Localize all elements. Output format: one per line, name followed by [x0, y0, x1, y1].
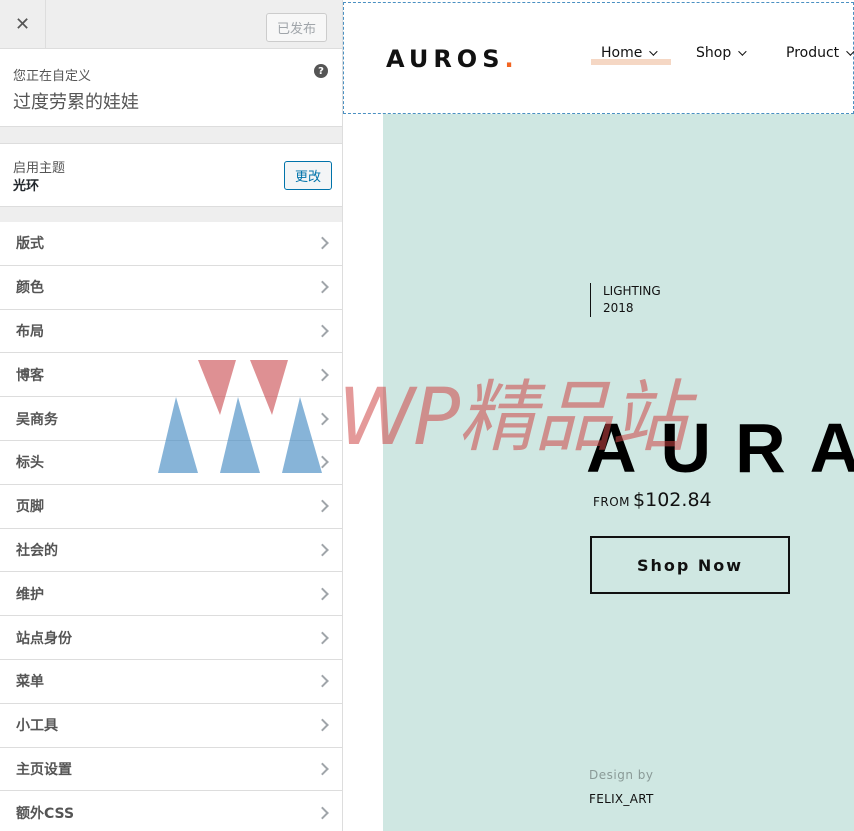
site-title: 过度劳累的娃娃 [13, 92, 139, 113]
chevron-down-icon [649, 47, 659, 56]
panel-footer[interactable]: 页脚 [0, 484, 342, 529]
panel-label: 站点身份 [16, 630, 72, 647]
chevron-right-icon [316, 324, 329, 338]
chevron-down-icon [738, 47, 747, 56]
chevron-right-icon [316, 456, 329, 469]
customizer-info: 您正在自定义 过度劳累的娃娃 ? [0, 49, 342, 127]
logo-dot: . [504, 45, 519, 73]
panel-homepage-settings[interactable]: 主页设置 [0, 747, 342, 792]
panel-label: 标头 [16, 455, 44, 472]
panel-header[interactable]: 标头 [0, 440, 342, 485]
chevron-right-icon [316, 718, 329, 732]
hero-price: FROM $102.84 [593, 489, 712, 511]
chevron-right-icon [316, 237, 329, 250]
panel-label: 额外CSS [16, 805, 75, 822]
customizer-panel-list: 版式 颜色 布局 博客 吴商务 标头 页脚 社会的 维护 站点身份 菜单 小工具… [0, 222, 342, 831]
change-theme-button[interactable]: 更改 [284, 161, 332, 190]
panel-label: 版式 [16, 236, 44, 253]
active-theme-name: 光环 [13, 179, 40, 194]
panel-maintenance[interactable]: 维护 [0, 572, 342, 617]
chevron-right-icon [316, 674, 329, 688]
panel-label: 吴商务 [16, 411, 58, 428]
chevron-right-icon [316, 499, 329, 513]
panel-widgets[interactable]: 小工具 [0, 703, 342, 748]
nav-item-product[interactable]: Product [786, 45, 854, 61]
panel-label: 维护 [16, 586, 44, 603]
hero-tag-line1: LIGHTING [603, 284, 661, 298]
hero-heading: AURA [586, 409, 854, 487]
panel-label: 菜单 [16, 674, 44, 691]
design-by-label: Design by [589, 768, 654, 782]
site-logo[interactable]: AUROS. [386, 45, 519, 73]
nav-label: Shop [696, 45, 732, 61]
info-label: 您正在自定义 [13, 69, 92, 84]
panel-label: 布局 [16, 323, 44, 340]
panel-additional-css[interactable]: 额外CSS [0, 791, 342, 831]
section-divider [0, 127, 342, 143]
site-preview: AUROS. Home Shop Product LIGHTING 2018 A… [343, 0, 854, 831]
panel-social[interactable]: 社会的 [0, 528, 342, 573]
customizer-topbar: ✕ 已发布 [0, 0, 342, 49]
panel-label: 主页设置 [16, 761, 72, 778]
panel-label: 小工具 [16, 718, 58, 735]
panel-layout[interactable]: 布局 [0, 309, 342, 354]
panel-blog[interactable]: 博客 [0, 353, 342, 398]
chevron-right-icon [316, 368, 329, 382]
help-icon[interactable]: ? [314, 64, 328, 78]
panel-label: 颜色 [16, 280, 44, 297]
logo-text: AUROS [386, 45, 505, 73]
chevron-right-icon [316, 631, 329, 644]
chevron-right-icon [316, 587, 329, 601]
customizer-sidebar: ✕ 已发布 您正在自定义 过度劳累的娃娃 ? 启用主题 光环 更改 版式 颜色 … [0, 0, 343, 831]
active-theme-label: 启用主题 [13, 161, 66, 176]
price-prefix: FROM [593, 495, 631, 509]
panel-colors[interactable]: 颜色 [0, 265, 342, 310]
panel-site-identity[interactable]: 站点身份 [0, 616, 342, 660]
nav-item-shop[interactable]: Shop [696, 45, 747, 61]
section-divider [0, 207, 342, 222]
panel-label: 博客 [16, 367, 44, 384]
chevron-right-icon [316, 543, 329, 557]
designer-name: FELIX_ART [589, 792, 654, 806]
hero-section: LIGHTING 2018 AURA FROM $102.84 Shop Now… [383, 114, 854, 831]
panel-woocommerce[interactable]: 吴商务 [0, 397, 342, 441]
hero-tagline: LIGHTING 2018 [590, 283, 661, 317]
chevron-right-icon [316, 762, 329, 776]
nav-label: Product [786, 45, 840, 61]
close-icon[interactable]: ✕ [0, 0, 46, 48]
shop-now-button[interactable]: Shop Now [590, 536, 790, 594]
panel-menus[interactable]: 菜单 [0, 659, 342, 704]
nav-item-home[interactable]: Home [601, 45, 659, 61]
chevron-right-icon [316, 412, 329, 425]
panel-label: 社会的 [16, 542, 58, 559]
hero-tag-line2: 2018 [603, 301, 634, 315]
chevron-down-icon [846, 47, 854, 56]
panel-typography[interactable]: 版式 [0, 222, 342, 266]
price-amount: $102.84 [633, 489, 712, 511]
publish-button[interactable]: 已发布 [266, 13, 327, 42]
nav-label: Home [601, 45, 643, 61]
active-theme-box: 启用主题 光环 更改 [0, 143, 342, 207]
site-header[interactable]: AUROS. Home Shop Product [343, 2, 854, 114]
chevron-right-icon [316, 806, 329, 820]
chevron-right-icon [316, 280, 329, 294]
panel-label: 页脚 [16, 499, 44, 516]
